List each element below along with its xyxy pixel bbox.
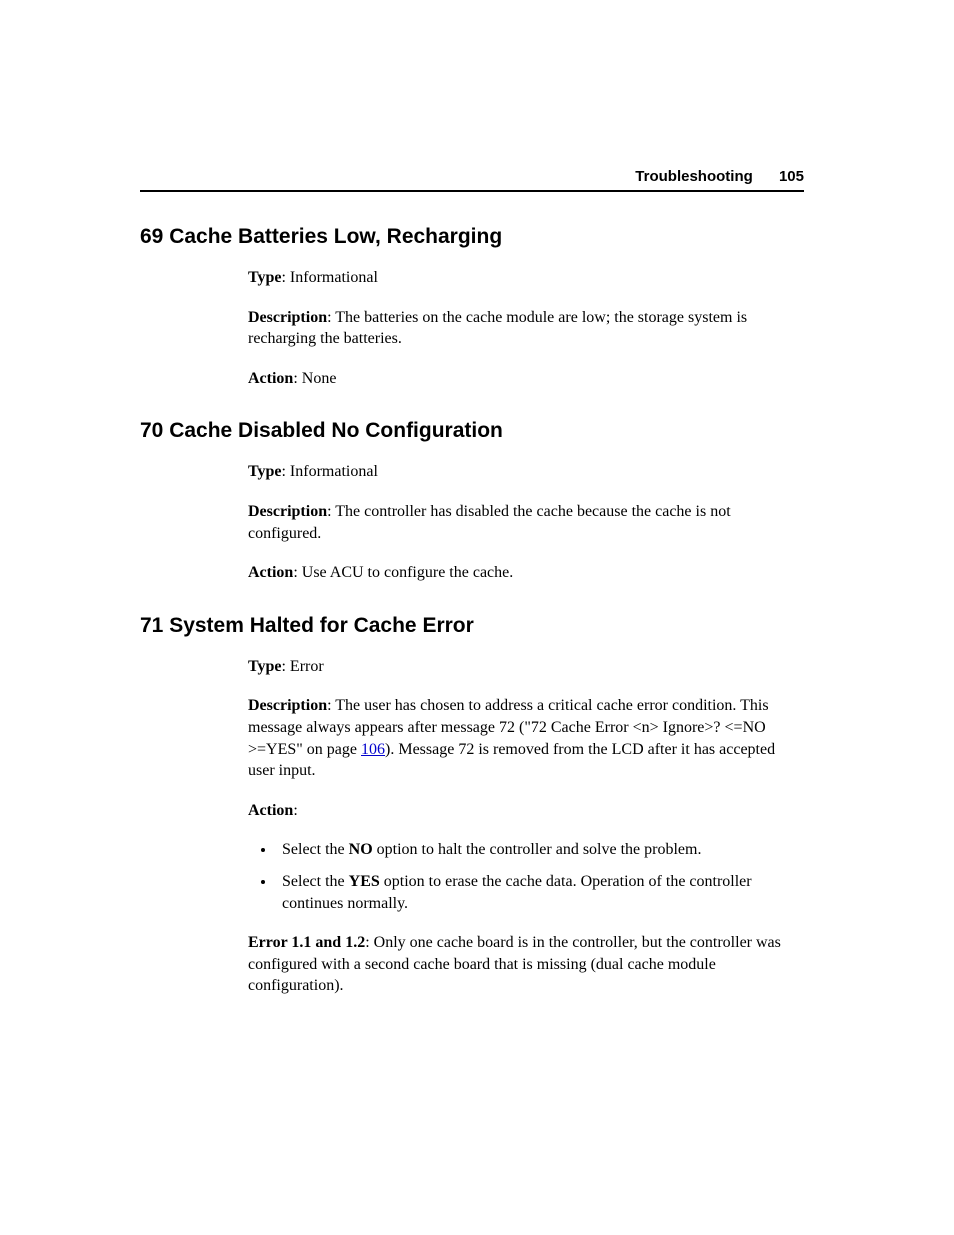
type-label: Type (248, 463, 281, 480)
action-colon: : (293, 802, 297, 819)
section-heading-69: 69 Cache Batteries Low, Recharging (140, 225, 804, 249)
type-label: Type (248, 658, 281, 675)
description-line: Description: The controller has disabled… (248, 501, 804, 544)
section-body-70: Type: Informational Description: The con… (248, 461, 804, 583)
bullet-pre: Select the (282, 873, 349, 890)
type-value: : Informational (281, 463, 377, 480)
header-section: Troubleshooting (635, 168, 753, 185)
action-list: Select the NO option to halt the control… (248, 839, 804, 914)
description-label: Description (248, 309, 327, 326)
header-page-number: 105 (779, 168, 804, 185)
page-link-106[interactable]: 106 (361, 741, 385, 758)
type-line: Type: Informational (248, 461, 804, 483)
type-line: Type: Informational (248, 267, 804, 289)
bullet-bold: NO (349, 841, 373, 858)
section-heading-70: 70 Cache Disabled No Configuration (140, 419, 804, 443)
description-line: Description: The batteries on the cache … (248, 307, 804, 350)
error-line: Error 1.1 and 1.2: Only one cache board … (248, 932, 804, 997)
bullet-bold: YES (349, 873, 380, 890)
description-line: Description: The user has chosen to addr… (248, 695, 804, 781)
running-header: Troubleshooting 105 (635, 168, 804, 185)
description-label: Description (248, 503, 327, 520)
section-body-69: Type: Informational Description: The bat… (248, 267, 804, 389)
page: Troubleshooting 105 69 Cache Batteries L… (0, 0, 954, 1235)
action-value: : Use ACU to configure the cache. (293, 564, 513, 581)
type-label: Type (248, 269, 281, 286)
action-line: Action: (248, 800, 804, 822)
section-heading-71: 71 System Halted for Cache Error (140, 614, 804, 638)
action-value: : None (293, 370, 336, 387)
action-label: Action (248, 802, 293, 819)
section-body-71: Type: Error Description: The user has ch… (248, 656, 804, 997)
action-label: Action (248, 370, 293, 387)
error-label: Error 1.1 and 1.2 (248, 934, 365, 951)
header-rule (140, 190, 804, 192)
bullet-pre: Select the (282, 841, 349, 858)
type-value: : Error (281, 658, 323, 675)
type-line: Type: Error (248, 656, 804, 678)
action-line: Action: Use ACU to configure the cache. (248, 562, 804, 584)
content: 69 Cache Batteries Low, Recharging Type:… (140, 225, 804, 997)
list-item: Select the NO option to halt the control… (276, 839, 804, 861)
bullet-post: option to halt the controller and solve … (373, 841, 702, 858)
action-label: Action (248, 564, 293, 581)
type-value: : Informational (281, 269, 377, 286)
action-line: Action: None (248, 368, 804, 390)
description-label: Description (248, 697, 327, 714)
list-item: Select the YES option to erase the cache… (276, 871, 804, 914)
